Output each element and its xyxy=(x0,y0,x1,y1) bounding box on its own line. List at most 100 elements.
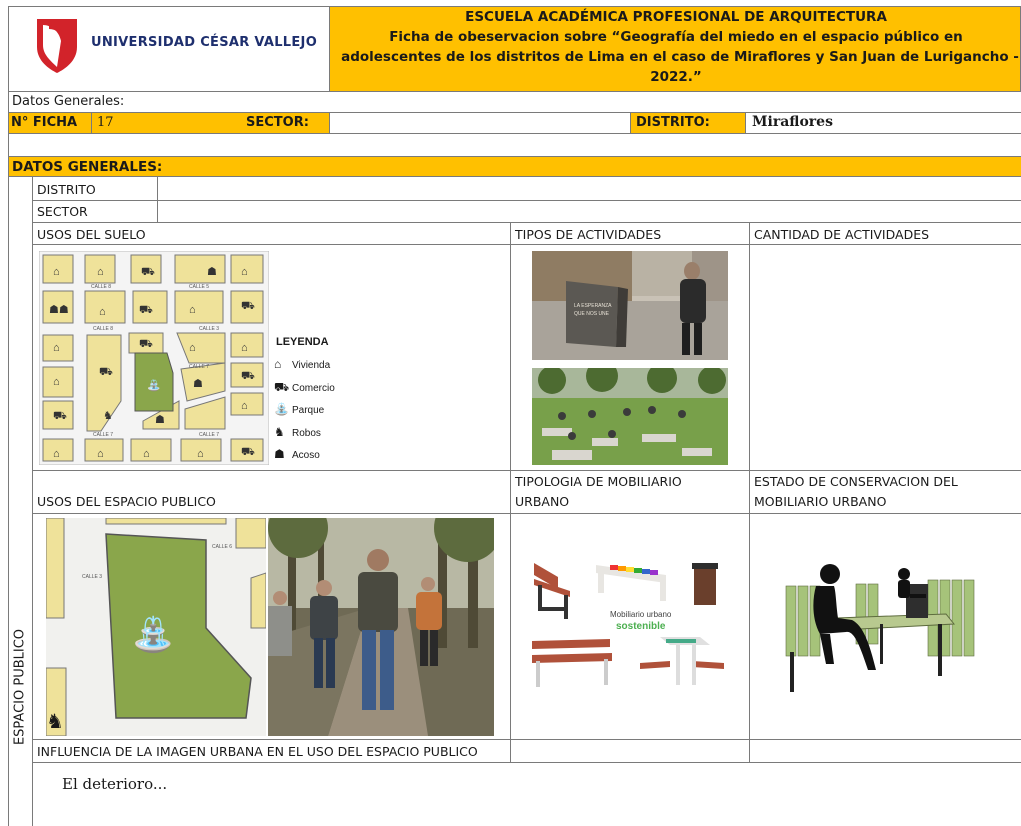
house-icon: ⌂ xyxy=(274,357,282,371)
svg-text:⛟: ⛟ xyxy=(241,300,255,312)
university-name: UNIVERSIDAD CÉSAR VALLEJO xyxy=(91,35,318,50)
public-space-map: CALLE 3 CALLE 6 ⛲ ♞ xyxy=(46,518,266,736)
svg-text:⌂: ⌂ xyxy=(53,266,60,278)
form-title-line2: adolescentes de los distritos de Lima en… xyxy=(341,49,1019,65)
running-figure-icon: ♞ xyxy=(46,711,64,733)
distrito-value-field[interactable]: Miraflores xyxy=(745,113,1021,134)
street-label: CALLE 3 xyxy=(82,574,102,580)
svg-text:QUE NOS UNE: QUE NOS UNE xyxy=(574,311,610,317)
distrito-row-label: DISTRITO xyxy=(37,182,96,197)
activity-photo-park xyxy=(532,368,728,465)
svg-text:⌂: ⌂ xyxy=(99,306,106,318)
svg-text:⌂: ⌂ xyxy=(53,376,60,388)
furniture-condition-image xyxy=(776,560,990,700)
datos-generales-title-bar: DATOS GENERALES: xyxy=(8,156,1021,177)
usos-suelo-header: USOS DEL SUELO xyxy=(37,227,146,242)
svg-text:⛟: ⛟ xyxy=(99,366,113,378)
estado-header-line2: MOBILIARIO URBANO xyxy=(754,494,887,509)
ficha-value[interactable]: 17 xyxy=(97,115,114,130)
svg-text:⛟: ⛟ xyxy=(141,266,155,278)
bench-icon: ⛲ xyxy=(274,402,289,416)
university-shield-logo xyxy=(37,19,77,73)
bench-rainbow xyxy=(596,565,666,601)
distrito-value: Miraflores xyxy=(752,114,833,130)
street-label: CALLE 6 xyxy=(212,544,232,550)
svg-text:⛲: ⛲ xyxy=(147,379,161,392)
svg-text:⌂: ⌂ xyxy=(143,448,150,460)
picnic-table xyxy=(640,637,724,685)
sector-row-label: SECTOR xyxy=(37,204,88,219)
tipologia-header-line1: TIPOLOGIA DE MOBILIARIO xyxy=(515,474,682,489)
svg-text:☗: ☗ xyxy=(207,266,217,278)
school-name: ESCUELA ACADÉMICA PROFESIONAL DE ARQUITE… xyxy=(465,9,887,25)
form-title-line1: Ficha de obeservacion sobre “Geografía d… xyxy=(389,29,963,45)
street-label: CALLE 5 xyxy=(189,284,209,290)
datos-generales-title: DATOS GENERALES: xyxy=(12,159,163,175)
land-use-legend: LEYENDA ⌂ Vivienda ⛟ Comercio ⛲ Parque ♞ Rob… xyxy=(274,336,364,464)
street-label: CALLE 8 xyxy=(93,326,113,332)
svg-text:☗☗: ☗☗ xyxy=(49,304,69,316)
activity-photo-street: LA ESPERANZA QUE NOS UNE xyxy=(532,251,728,360)
svg-text:⌂: ⌂ xyxy=(97,266,104,278)
street-label: CALLE 8 xyxy=(91,284,111,290)
street-label: CALLE 7 xyxy=(93,432,113,438)
datos-generales-label: Datos Generales: xyxy=(12,94,125,109)
running-figures-icon: ♞ xyxy=(274,424,285,439)
street-label: CALLE 7 xyxy=(189,364,209,370)
tipologia-header-line2: URBANO xyxy=(515,494,570,509)
espacio-publico-side-label: ESPACIO PUBLICO xyxy=(8,177,32,757)
svg-text:⌂: ⌂ xyxy=(53,448,60,460)
svg-text:⌂: ⌂ xyxy=(53,342,60,354)
bench-icon: ⛲ xyxy=(132,615,174,655)
svg-text:⌂: ⌂ xyxy=(197,448,204,460)
land-use-map: CALLE 8 CALLE 5 CALLE 8 CALLE 3 CALLE 7 … xyxy=(38,250,270,466)
svg-text:⌂: ⌂ xyxy=(241,342,248,354)
estado-header-line1: ESTADO DE CONSERVACION DEL xyxy=(754,474,958,489)
street-label: CALLE 3 xyxy=(199,326,219,332)
svg-text:⛟: ⛟ xyxy=(53,410,67,422)
legend-item-comercio: ⛟ Comercio xyxy=(274,377,364,400)
svg-text:⌂: ⌂ xyxy=(189,304,196,316)
influencia-header: INFLUENCIA DE LA IMAGEN URBANA EN EL USO… xyxy=(37,744,478,759)
bench-wood xyxy=(532,639,612,687)
svg-text:☗: ☗ xyxy=(193,378,203,390)
public-space-photo xyxy=(268,518,494,736)
espacio-publico-text: ESPACIO PUBLICO xyxy=(12,628,28,746)
legend-item-robos: ♞ Robos xyxy=(274,422,364,445)
datos-generales-row: Datos Generales: xyxy=(8,92,1021,113)
cantidad-actividades-header: CANTIDAD DE ACTIVIDADES xyxy=(754,227,930,242)
ficha-label: N° FICHA xyxy=(11,115,78,130)
sector-label: SECTOR: xyxy=(246,115,309,130)
furniture-typology-image: Mobiliario urbano sostenible xyxy=(520,545,728,695)
legend-item-parque: ⛲ Parque xyxy=(274,399,364,422)
distrito-row-field[interactable] xyxy=(158,178,1020,200)
tipos-actividades-header: TIPOS DE ACTIVIDADES xyxy=(515,227,662,242)
svg-text:LA ESPERANZA: LA ESPERANZA xyxy=(574,303,612,309)
svg-text:⌂: ⌂ xyxy=(241,266,248,278)
usos-espacio-header: USOS DEL ESPACIO PUBLICO xyxy=(37,494,216,509)
sector-row-field[interactable] xyxy=(158,201,1020,222)
svg-text:⛟: ⛟ xyxy=(241,446,255,458)
group-figures-icon: ☗ xyxy=(274,447,285,461)
distrito-label: DISTRITO: xyxy=(636,115,710,130)
svg-text:⛟: ⛟ xyxy=(139,338,153,350)
influencia-text[interactable]: El deterioro... xyxy=(62,775,167,793)
trash-bin xyxy=(692,563,718,605)
form-title-line3: 2022.” xyxy=(650,69,702,85)
svg-text:⛟: ⛟ xyxy=(139,304,153,316)
svg-text:⌂: ⌂ xyxy=(241,400,248,412)
furniture-caption-line2: sostenible xyxy=(616,621,666,632)
svg-text:⌂: ⌂ xyxy=(97,448,104,460)
svg-text:♞: ♞ xyxy=(103,410,113,422)
legend-item-acoso: ☗ Acoso xyxy=(274,444,364,467)
legend-item-vivienda: ⌂ Vivienda xyxy=(274,354,364,377)
svg-text:☗: ☗ xyxy=(155,414,165,426)
svg-text:⛟: ⛟ xyxy=(241,370,255,382)
street-label: CALLE 7 xyxy=(199,432,219,438)
header-logo-cell: UNIVERSIDAD CÉSAR VALLEJO xyxy=(8,6,329,92)
legend-title: LEYENDA xyxy=(276,336,329,348)
sector-value-field[interactable] xyxy=(329,113,631,134)
furniture-caption-line1: Mobiliario urbano xyxy=(610,610,672,619)
cart-icon: ⛟ xyxy=(274,379,290,394)
svg-text:⌂: ⌂ xyxy=(189,342,196,354)
